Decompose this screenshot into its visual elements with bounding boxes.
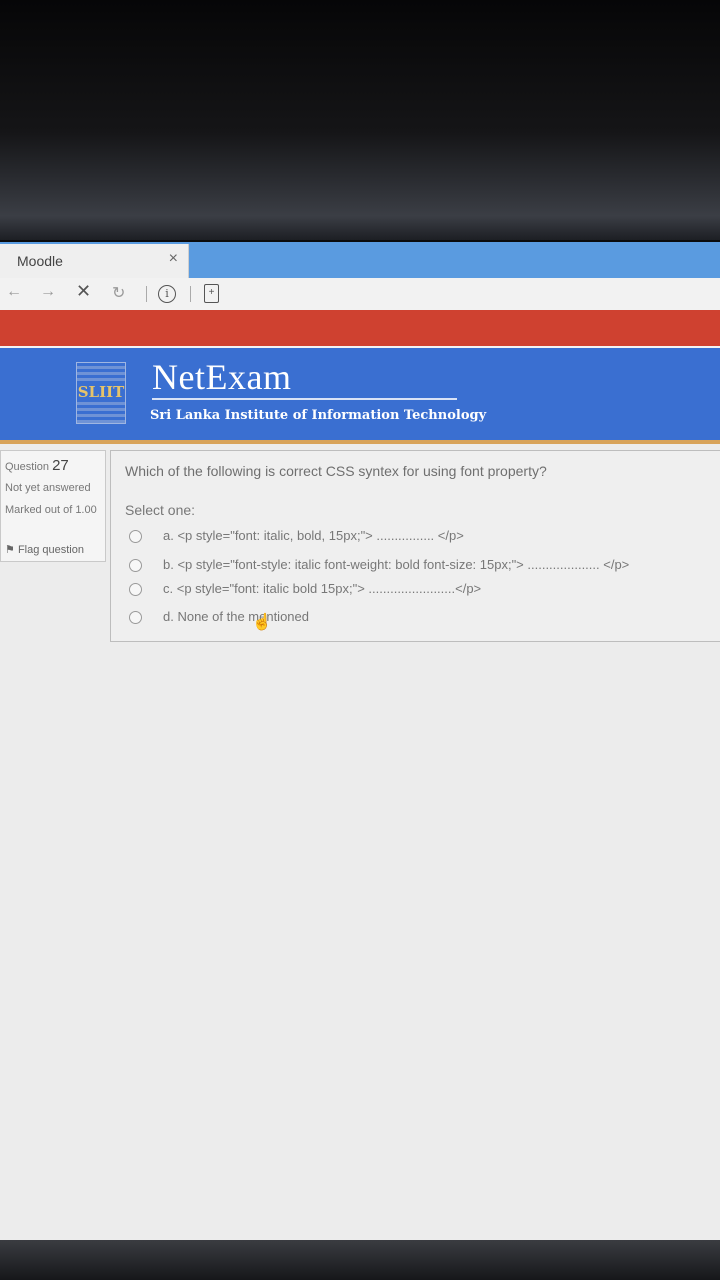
reload-icon[interactable]: ↻ [112, 283, 125, 303]
flag-question-label: Flag question [17, 544, 84, 556]
question-number-label: Question 27 [5, 457, 69, 474]
browser-toolbar: ← → ✕ ↻ i + [0, 278, 720, 311]
option-label[interactable]: b. <p style="font-style: italic font-wei… [163, 557, 629, 572]
back-icon[interactable]: ← [6, 283, 22, 301]
toolbar-divider [146, 286, 147, 302]
option-label[interactable]: a. <p style="font: italic, bold, 15px;">… [163, 528, 464, 543]
tab-title: Moodle [17, 253, 63, 269]
title-divider [152, 398, 457, 400]
tab-strip: Moodle × [0, 242, 720, 278]
select-one-label: Select one: [125, 502, 196, 518]
forward-icon[interactable]: → [40, 283, 56, 301]
header-underline [0, 440, 720, 444]
question-marks: Marked out of 1.00 [5, 504, 97, 516]
question-text: Which of the following is correct CSS sy… [125, 463, 547, 479]
answer-status: Not yet answered [5, 482, 91, 494]
monitor-bezel-top [0, 0, 720, 240]
logo-text: SLIIT [77, 383, 125, 401]
radio-button[interactable] [129, 559, 142, 572]
tab-moodle[interactable]: Moodle × [0, 244, 189, 278]
radio-button[interactable] [129, 611, 142, 624]
browser-window: Moodle × ← → ✕ ↻ i + SLIIT NetExam Sri L… [0, 242, 720, 1240]
tab-close-icon[interactable]: × [169, 250, 178, 268]
radio-button[interactable] [129, 530, 142, 543]
question-label: Question [5, 461, 50, 473]
site-header: SLIIT NetExam Sri Lanka Institute of Inf… [0, 346, 720, 442]
flag-icon: ⚑ [5, 544, 15, 556]
flag-question-button[interactable]: ⚑ Flag question [5, 543, 84, 556]
question-content: Which of the following is correct CSS sy… [110, 450, 720, 642]
info-icon[interactable]: i [158, 285, 176, 303]
top-accent-bar [0, 310, 720, 346]
site-subtitle: Sri Lanka Institute of Information Techn… [150, 408, 487, 423]
question-info-panel: Question 27 Not yet answered Marked out … [0, 450, 106, 562]
option-label[interactable]: d. None of the mentioned [163, 609, 309, 624]
page-icon[interactable]: + [204, 284, 219, 303]
hand-cursor-icon: ☝ [252, 614, 272, 631]
stop-icon[interactable]: ✕ [76, 281, 91, 302]
question-number: 27 [52, 457, 69, 474]
toolbar-divider [190, 286, 191, 302]
site-title: NetExam [152, 357, 292, 397]
radio-button[interactable] [129, 583, 142, 596]
monitor-bezel-bottom [0, 1240, 720, 1280]
option-label[interactable]: c. <p style="font: italic bold 15px;"> .… [163, 581, 481, 596]
sliit-logo[interactable]: SLIIT [76, 362, 126, 424]
